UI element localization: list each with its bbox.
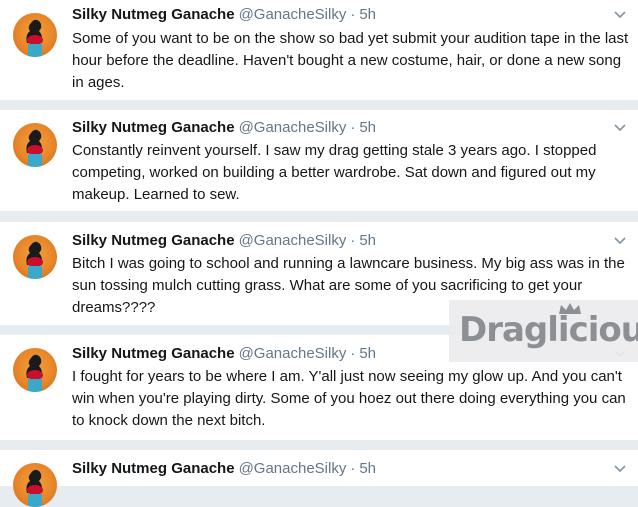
separator: · bbox=[350, 119, 356, 136]
author-name[interactable]: Silky Nutmeg Ganache bbox=[72, 119, 235, 136]
separator: · bbox=[350, 460, 356, 477]
chevron-down-icon[interactable] bbox=[614, 10, 626, 20]
tweet-time[interactable]: 5h bbox=[359, 119, 376, 136]
tweet-header: Silky Nutmeg Ganache @GanacheSilky · 5h bbox=[72, 6, 598, 24]
chevron-down-icon[interactable] bbox=[614, 464, 626, 474]
author-name[interactable]: Silky Nutmeg Ganache bbox=[72, 6, 235, 23]
profile-avatar[interactable] bbox=[13, 235, 57, 279]
tweet-text: Some of you want to be on the show so ba… bbox=[72, 30, 629, 91]
profile-avatar[interactable] bbox=[13, 13, 57, 57]
tweet-time[interactable]: 5h bbox=[359, 6, 376, 23]
tweet-card[interactable]: Silky Nutmeg Ganache @GanacheSilky · 5h Som… bbox=[0, 0, 638, 100]
chevron-down-icon[interactable] bbox=[614, 123, 626, 133]
author-handle[interactable]: @GanacheSilky bbox=[239, 345, 347, 362]
tweet-card[interactable]: Silky Nutmeg Ganache @GanacheSilky · 5h Con… bbox=[0, 110, 638, 211]
tweet-header: Silky Nutmeg Ganache @GanacheSilky · 5h bbox=[72, 460, 598, 478]
profile-avatar[interactable] bbox=[13, 123, 57, 167]
author-handle[interactable]: @GanacheSilky bbox=[239, 232, 347, 249]
author-handle[interactable]: @GanacheSilky bbox=[239, 119, 347, 136]
author-name[interactable]: Silky Nutmeg Ganache bbox=[72, 345, 235, 362]
watermark-text: Draglicious bbox=[459, 310, 638, 350]
tweet-text: Constantly reinvent yourself. I saw my d… bbox=[72, 142, 597, 203]
chevron-down-icon[interactable] bbox=[614, 236, 626, 246]
profile-avatar[interactable] bbox=[13, 348, 57, 392]
tweet-card[interactable]: Silky Nutmeg Ganache @GanacheSilky · 5h bbox=[0, 450, 638, 507]
separator: · bbox=[350, 6, 356, 23]
separator: · bbox=[350, 345, 356, 362]
watermark: Draglicious bbox=[449, 300, 638, 362]
tweet-time[interactable]: 5h bbox=[359, 232, 376, 249]
author-handle[interactable]: @GanacheSilky bbox=[239, 460, 347, 477]
tweet-text: I fought for years to be where I am. Y'a… bbox=[72, 368, 626, 429]
separator: · bbox=[350, 232, 356, 249]
tweet-time[interactable]: 5h bbox=[359, 460, 376, 477]
tweet-header: Silky Nutmeg Ganache @GanacheSilky · 5h bbox=[72, 232, 598, 250]
author-handle[interactable]: @GanacheSilky bbox=[239, 6, 347, 23]
author-name[interactable]: Silky Nutmeg Ganache bbox=[72, 460, 235, 477]
profile-avatar[interactable] bbox=[13, 463, 57, 507]
tweet-header: Silky Nutmeg Ganache @GanacheSilky · 5h bbox=[72, 119, 598, 137]
tweet-time[interactable]: 5h bbox=[359, 345, 376, 362]
author-name[interactable]: Silky Nutmeg Ganache bbox=[72, 232, 235, 249]
